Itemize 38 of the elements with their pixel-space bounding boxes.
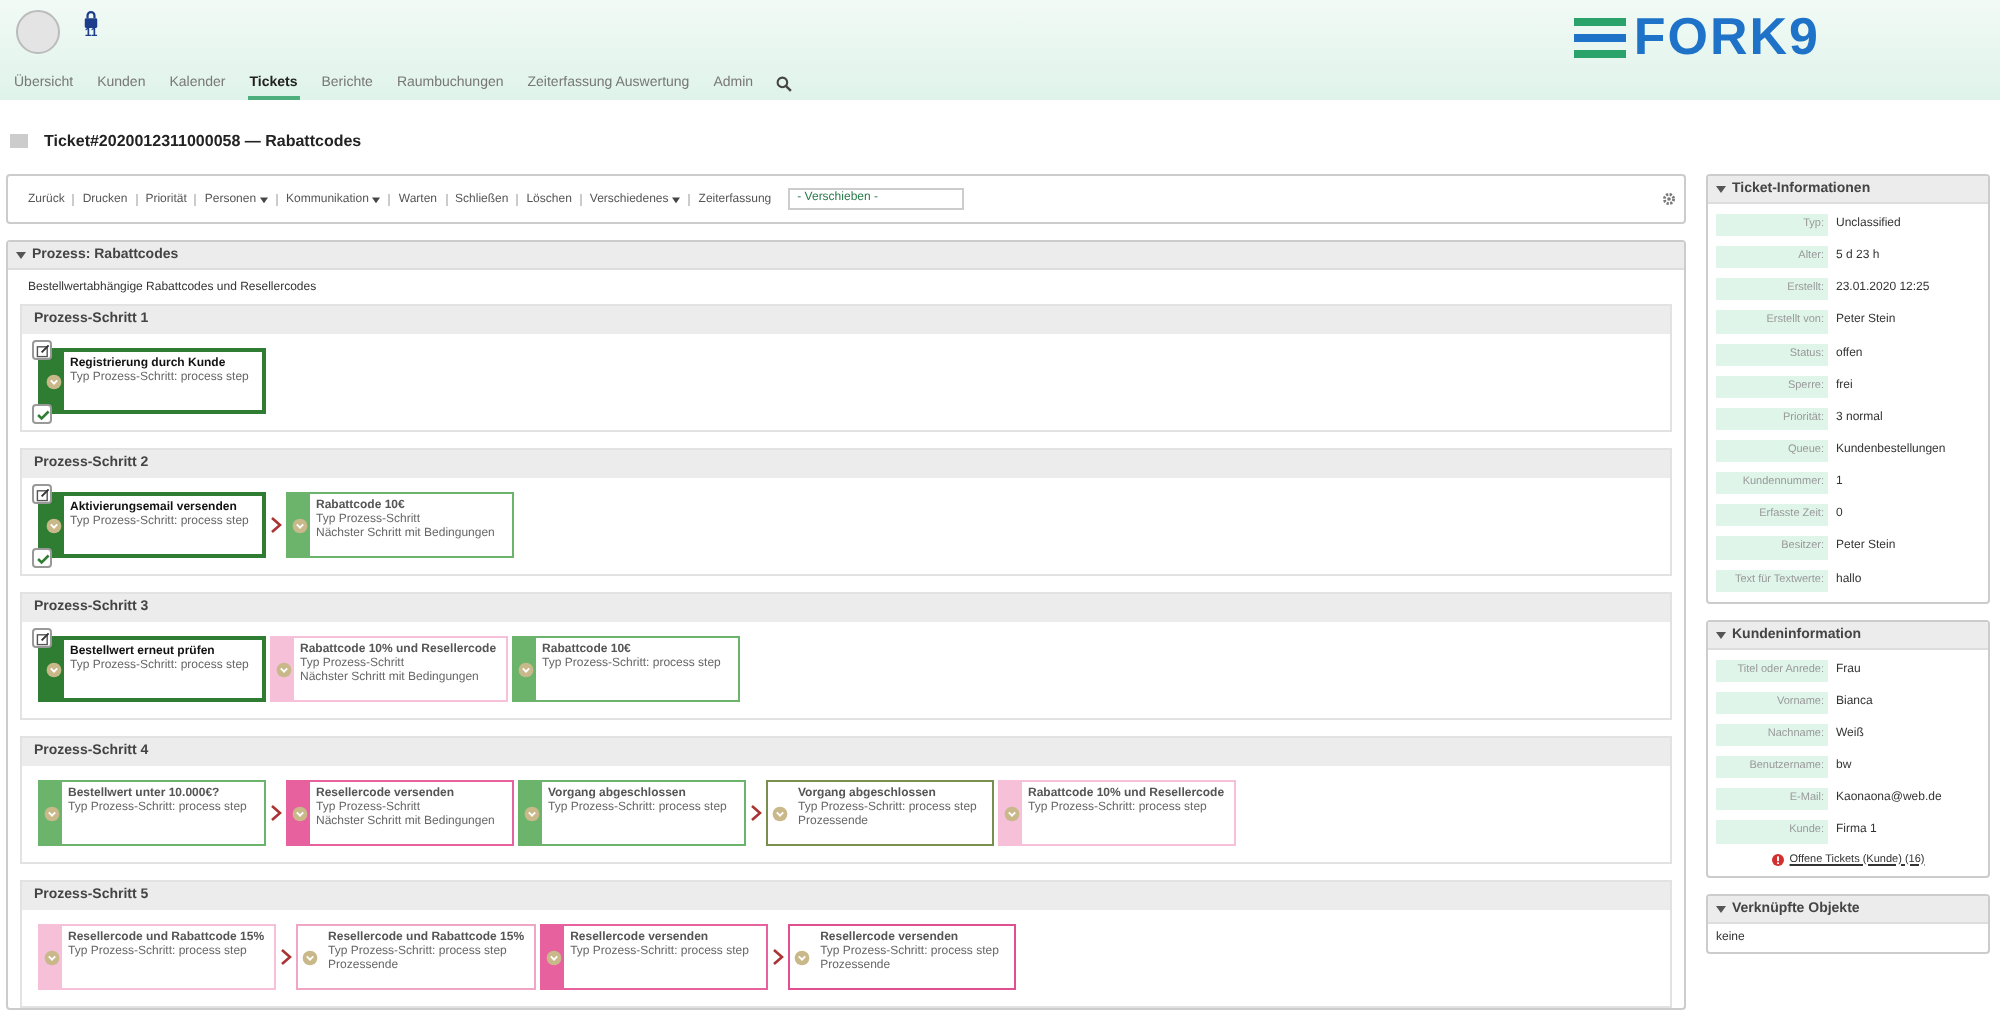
chevron-down-circle-icon — [517, 661, 534, 677]
chevron-down-circle-icon — [45, 373, 61, 389]
search-icon[interactable] — [775, 76, 792, 92]
edit-icon[interactable] — [32, 340, 52, 360]
chevron-down-circle-icon — [45, 517, 61, 533]
chevron-down-circle-icon — [1003, 805, 1019, 821]
caret-icon — [260, 195, 269, 203]
chevron-down-circle-icon — [545, 949, 562, 965]
chevron-down-circle-icon — [794, 949, 811, 965]
chevron-right-icon — [750, 804, 762, 822]
chevron-right-icon — [270, 804, 282, 822]
ticket-title: Ticket#2020012311000058 — Rabattcodes — [44, 131, 362, 149]
caret-icon — [372, 195, 381, 203]
chevron-down-circle-icon — [302, 949, 319, 965]
ticket-icon — [10, 133, 28, 147]
chevron-right-icon — [280, 948, 293, 966]
logo: FORK9 — [1633, 6, 1820, 68]
logo-stripes-icon — [1573, 17, 1626, 57]
chevron-down-circle-icon — [43, 805, 59, 821]
edit-icon[interactable] — [32, 484, 52, 504]
edit-icon[interactable] — [32, 628, 52, 648]
chevron-right-icon — [772, 948, 785, 966]
collapse-icon[interactable] — [1716, 629, 1726, 640]
caret-icon — [672, 195, 681, 203]
collapse-icon[interactable] — [1716, 184, 1726, 194]
collapse-icon[interactable] — [1716, 903, 1726, 914]
collapse-icon[interactable] — [16, 250, 26, 260]
settings-icon[interactable] — [1662, 192, 1676, 206]
chevron-down-circle-icon — [772, 805, 788, 821]
chevron-right-icon — [270, 516, 282, 534]
chevron-down-circle-icon — [523, 805, 539, 821]
chevron-down-circle-icon — [43, 949, 59, 965]
chevron-down-circle-icon — [45, 661, 61, 677]
lock-icon[interactable] — [84, 10, 98, 28]
alert-icon — [1771, 853, 1784, 866]
chevron-down-circle-icon — [291, 805, 307, 821]
chevron-down-circle-icon — [275, 661, 291, 677]
chevron-down-circle-icon — [291, 517, 307, 533]
